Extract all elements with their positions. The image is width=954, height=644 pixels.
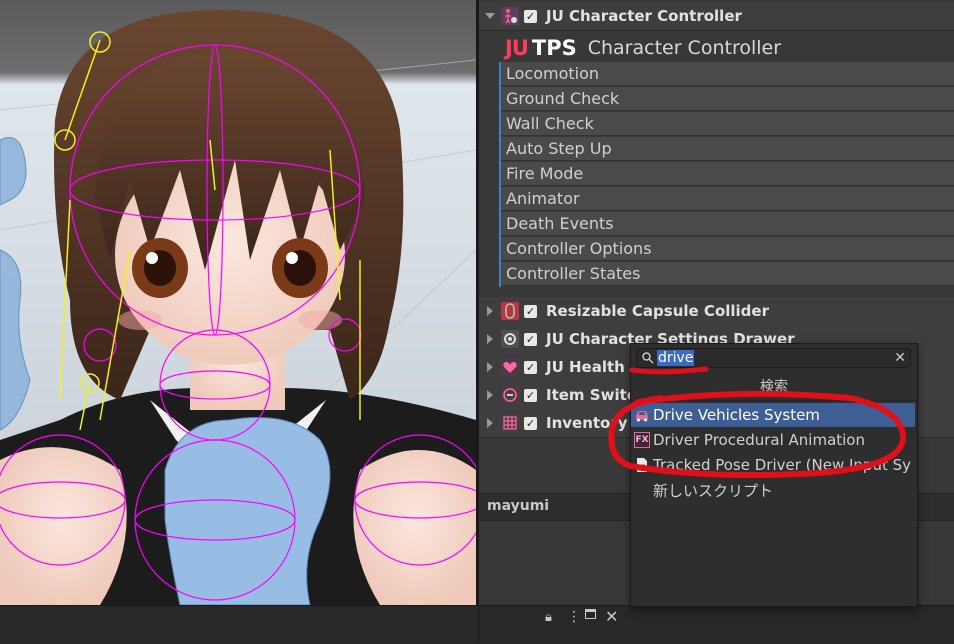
enabled-checkbox[interactable]: ✓ — [524, 416, 537, 430]
section-auto-step-up[interactable]: Auto Step Up — [501, 137, 954, 161]
dropdown-item-label: Tracked Pose Driver (New Input Sy — [653, 456, 912, 474]
foldout-collapsed-icon[interactable] — [485, 334, 495, 344]
foldout-collapsed-icon[interactable] — [485, 390, 495, 400]
jutps-logo: JU TPS Character Controller — [505, 34, 781, 62]
foldout-expanded-icon[interactable] — [485, 11, 495, 21]
script-icon — [634, 457, 650, 473]
dropdown-item-tracked-pose-driver[interactable]: Tracked Pose Driver (New Input Sy — [631, 453, 915, 477]
category-header: 検索 — [631, 374, 917, 401]
foldout-collapsed-icon[interactable] — [485, 418, 495, 428]
dropdown-item-new-script[interactable]: 新しいスクリプト — [631, 478, 915, 502]
object-name: mayumi — [487, 498, 550, 514]
enabled-checkbox[interactable]: ✓ — [524, 360, 537, 374]
component-header-capsule-collider[interactable]: ✓ Resizable Capsule Collider — [479, 297, 954, 326]
close-icon[interactable]: ✕ — [605, 607, 618, 626]
maximize-icon[interactable] — [585, 609, 596, 619]
section-ground-check[interactable]: Ground Check — [501, 87, 954, 111]
component-title: JU Character Controller — [546, 7, 742, 25]
character-controller-icon — [501, 7, 519, 25]
search-input[interactable]: drive — [657, 350, 695, 366]
section-locomotion[interactable]: Locomotion — [501, 62, 954, 86]
component-title: Inventory — [546, 414, 628, 432]
dropdown-item-label: Driver Procedural Animation — [653, 431, 865, 449]
enabled-checkbox[interactable]: ✓ — [524, 388, 537, 402]
heart-icon — [501, 358, 519, 376]
section-fire-mode[interactable]: Fire Mode — [501, 162, 954, 186]
item-switch-icon — [501, 386, 519, 404]
logo-ju-text: JU — [505, 36, 529, 60]
bottom-toolbar-left — [0, 605, 478, 644]
component-header-ju-character-controller[interactable]: ✓ JU Character Controller — [479, 2, 954, 31]
dropdown-item-driver-procedural-animation[interactable]: FX Driver Procedural Animation — [631, 428, 915, 452]
add-component-dropdown: drive ✕ 検索 Drive Vehicles System FX Driv… — [630, 343, 918, 607]
section-controller-states[interactable]: Controller States — [501, 262, 954, 286]
search-icon — [642, 352, 654, 364]
scene-viewport[interactable] — [0, 0, 476, 605]
inventory-grid-icon — [501, 414, 519, 432]
more-options-icon[interactable]: ⋮ — [567, 609, 581, 625]
clear-search-icon[interactable]: ✕ — [894, 349, 906, 367]
capsule-collider-icon — [501, 302, 519, 320]
dropdown-item-drive-vehicles-system[interactable]: Drive Vehicles System — [631, 403, 915, 427]
settings-drawer-icon — [501, 330, 519, 348]
section-animator[interactable]: Animator — [501, 187, 954, 211]
logo-subtitle: Character Controller — [587, 37, 782, 59]
car-icon — [634, 407, 650, 423]
enabled-checkbox[interactable]: ✓ — [524, 304, 537, 318]
section-death-events[interactable]: Death Events — [501, 212, 954, 236]
enabled-checkbox[interactable]: ✓ — [524, 332, 537, 346]
section-controller-options[interactable]: Controller Options — [501, 237, 954, 261]
lock-icon[interactable]: 🔒︎ — [545, 610, 552, 625]
fx-icon: FX — [634, 432, 650, 448]
foldout-collapsed-icon[interactable] — [485, 306, 495, 316]
logo-tps-text: TPS — [531, 36, 577, 60]
enabled-checkbox[interactable]: ✓ — [524, 9, 537, 23]
section-wall-check[interactable]: Wall Check — [501, 112, 954, 136]
scene-render — [0, 0, 476, 605]
component-title: Resizable Capsule Collider — [546, 302, 769, 320]
foldout-collapsed-icon[interactable] — [485, 362, 495, 372]
component-title: JU Health — [546, 358, 625, 376]
search-field[interactable]: drive ✕ — [636, 348, 911, 368]
dropdown-item-label: Drive Vehicles System — [653, 406, 820, 424]
bottom-toolbar-right: 🔒︎ ⋮ ✕ — [479, 605, 954, 644]
dropdown-item-label: 新しいスクリプト — [653, 481, 774, 500]
